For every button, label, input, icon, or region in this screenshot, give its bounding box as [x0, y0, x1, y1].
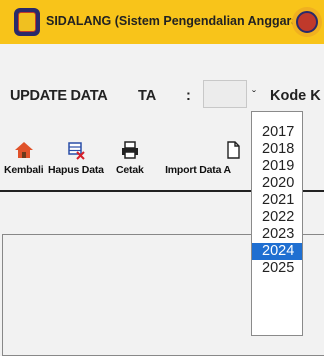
- chevron-down-icon[interactable]: ˇ: [252, 88, 256, 102]
- year-option-2024[interactable]: 2024: [252, 243, 302, 260]
- import-data-label: Import Data A: [165, 164, 231, 176]
- app-title: SIDALANG (Sistem Pengendalian Anggaran): [46, 14, 311, 28]
- year-option-2022[interactable]: 2022: [252, 209, 302, 226]
- import-data-button[interactable]: Import Data A: [153, 140, 243, 176]
- year-option-2017[interactable]: 2017: [252, 124, 302, 141]
- app-logo-icon: [14, 8, 40, 36]
- kembali-button[interactable]: Kembali: [4, 140, 44, 176]
- kembali-label: Kembali: [4, 164, 44, 176]
- year-option-2025[interactable]: 2025: [252, 260, 302, 277]
- emblem-icon: [292, 7, 322, 37]
- year-option-2021[interactable]: 2021: [252, 192, 302, 209]
- document-icon: [223, 140, 243, 160]
- year-option-2019[interactable]: 2019: [252, 158, 302, 175]
- kode-label: Kode K: [270, 88, 321, 104]
- home-icon: [14, 140, 34, 160]
- year-option-2018[interactable]: 2018: [252, 141, 302, 158]
- hapus-data-button[interactable]: Hapus Data: [48, 140, 104, 176]
- title-bar: SIDALANG (Sistem Pengendalian Anggaran): [0, 0, 324, 44]
- printer-icon: [120, 140, 140, 160]
- ta-label: TA: [138, 88, 157, 104]
- cetak-button[interactable]: Cetak: [116, 140, 144, 176]
- hapus-data-label: Hapus Data: [48, 164, 104, 176]
- delete-data-icon: [66, 140, 86, 160]
- colon-separator: :: [186, 88, 191, 104]
- update-form-row: UPDATE DATA TA : ˇ Kode K: [0, 80, 324, 110]
- year-dropdown-list[interactable]: 2017 2018 2019 2020 2021 2022 2023 2024 2025: [251, 111, 303, 336]
- update-data-heading: UPDATE DATA: [10, 88, 108, 104]
- year-option-2023[interactable]: 2023: [252, 226, 302, 243]
- year-select[interactable]: [203, 80, 247, 108]
- cetak-label: Cetak: [116, 164, 144, 176]
- year-option-2020[interactable]: 2020: [252, 175, 302, 192]
